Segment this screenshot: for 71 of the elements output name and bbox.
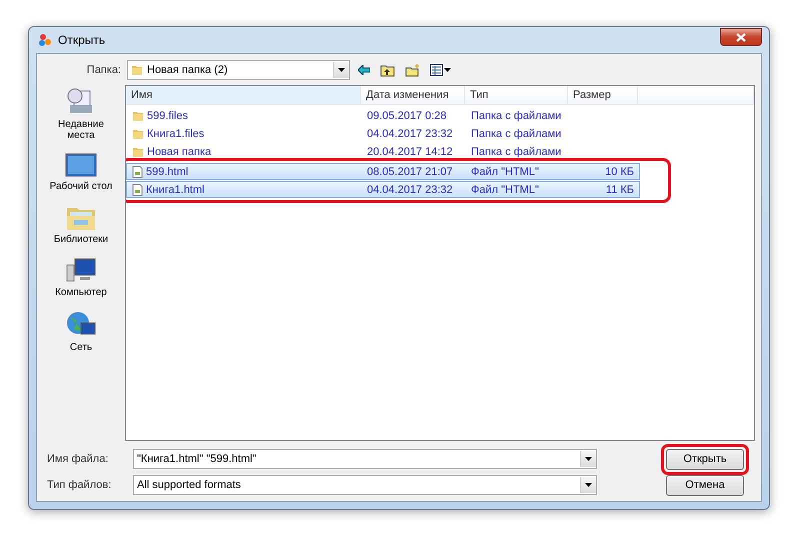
caret-icon xyxy=(585,483,592,487)
new-folder-icon xyxy=(405,64,420,76)
place-item[interactable]: Недавние места xyxy=(43,87,119,141)
file-name-text: 599.files xyxy=(147,110,188,122)
place-label: Рабочий стол xyxy=(50,181,112,192)
folder-icon xyxy=(132,128,144,140)
place-item[interactable]: Сеть xyxy=(43,310,119,353)
file-name-text: 599.html xyxy=(146,166,188,178)
folder-value: Новая папка (2) xyxy=(147,64,229,76)
view-menu-button[interactable] xyxy=(428,64,453,76)
date-cell-text: 09.05.2017 0:28 xyxy=(366,110,448,122)
caret-icon xyxy=(444,68,451,72)
place-label: Компьютер xyxy=(55,287,107,298)
new-folder-button[interactable] xyxy=(403,64,422,76)
document-icon xyxy=(132,166,143,178)
size-cell-text: 11 КБ xyxy=(604,184,635,196)
close-icon xyxy=(736,32,746,42)
file-row[interactable]: Новая папка 20.04.2017 14:12 Папка с файлами xyxy=(126,143,754,160)
view-grid-icon xyxy=(430,64,443,76)
folder-icon xyxy=(132,146,144,158)
back-arrow-icon xyxy=(358,65,370,75)
type-cell-text: Файл "HTML" xyxy=(470,166,540,178)
place-label: Недавние места xyxy=(57,119,105,141)
file-row[interactable]: Книга1.html 04.04.2017 23:32 Файл "HTML" 11 КБ xyxy=(126,181,640,198)
date-cell-text: 20.04.2017 14:12 xyxy=(366,146,454,158)
folder-combo[interactable]: Новая папка (2) xyxy=(127,60,350,80)
date-cell-text: 04.04.2017 23:32 xyxy=(366,184,454,196)
document-icon xyxy=(132,184,143,196)
type-cell-text: Папка с файлами xyxy=(470,146,562,158)
date-cell-text: 04.04.2017 23:32 xyxy=(366,128,454,140)
up-folder-icon xyxy=(380,64,395,76)
file-row[interactable]: 599.html 08.05.2017 21:07 Файл "HTML" 10 КБ xyxy=(126,163,640,180)
file-name-text: Новая папка xyxy=(147,146,212,158)
file-name-text: Книга1.files xyxy=(147,128,204,140)
dropdown-button[interactable] xyxy=(333,62,349,78)
open-button[interactable]: Открыть xyxy=(666,448,744,470)
filename-label: Имя файла: xyxy=(47,453,110,465)
dropdown-button[interactable] xyxy=(580,451,596,467)
date-cell-text: 08.05.2017 21:07 xyxy=(366,166,454,178)
dropdown-button[interactable] xyxy=(580,477,596,493)
window-title: Открыть xyxy=(58,33,106,47)
filename-field[interactable]: "Книга1.html" "599.html" xyxy=(133,449,597,469)
type-cell-text: Файл "HTML" xyxy=(470,184,540,196)
file-row[interactable]: Книга1.files 04.04.2017 23:32 Папка с файлами xyxy=(126,125,754,142)
monitor-icon xyxy=(65,153,97,179)
caret-icon xyxy=(585,457,592,461)
folder-label: Папка: xyxy=(86,64,121,76)
folder-icon xyxy=(132,110,144,122)
file-name-text: Книга1.html xyxy=(146,184,204,196)
file-row[interactable]: 599.files 09.05.2017 0:28 Папка с файлами xyxy=(126,107,754,124)
column-header[interactable]: Тип xyxy=(465,86,568,104)
place-label: Сеть xyxy=(70,342,92,353)
column-header[interactable]: Размер xyxy=(568,86,638,104)
type-cell-text: Папка с файлами xyxy=(470,128,562,140)
size-cell-text: 10 КБ xyxy=(604,166,635,178)
place-item[interactable]: Рабочий стол xyxy=(43,153,119,192)
caret-icon xyxy=(338,68,345,72)
folder-icon xyxy=(131,64,143,76)
back-button[interactable] xyxy=(356,65,372,75)
app-logo-icon xyxy=(38,33,52,47)
up-folder-button[interactable] xyxy=(378,64,397,76)
place-item[interactable]: Компьютер xyxy=(43,257,119,298)
close-button[interactable] xyxy=(720,28,762,46)
place-label: Библиотеки xyxy=(54,234,108,245)
filetype-label: Тип файлов: xyxy=(47,479,112,491)
type-cell-text: Папка с файлами xyxy=(470,110,562,122)
place-item[interactable]: Библиотеки xyxy=(43,204,119,245)
cancel-button[interactable]: Отмена xyxy=(666,474,744,496)
filetype-field[interactable]: All supported formats xyxy=(133,475,597,495)
column-header[interactable]: Дата изменения xyxy=(361,86,465,104)
column-header[interactable]: Имя xyxy=(126,86,361,104)
